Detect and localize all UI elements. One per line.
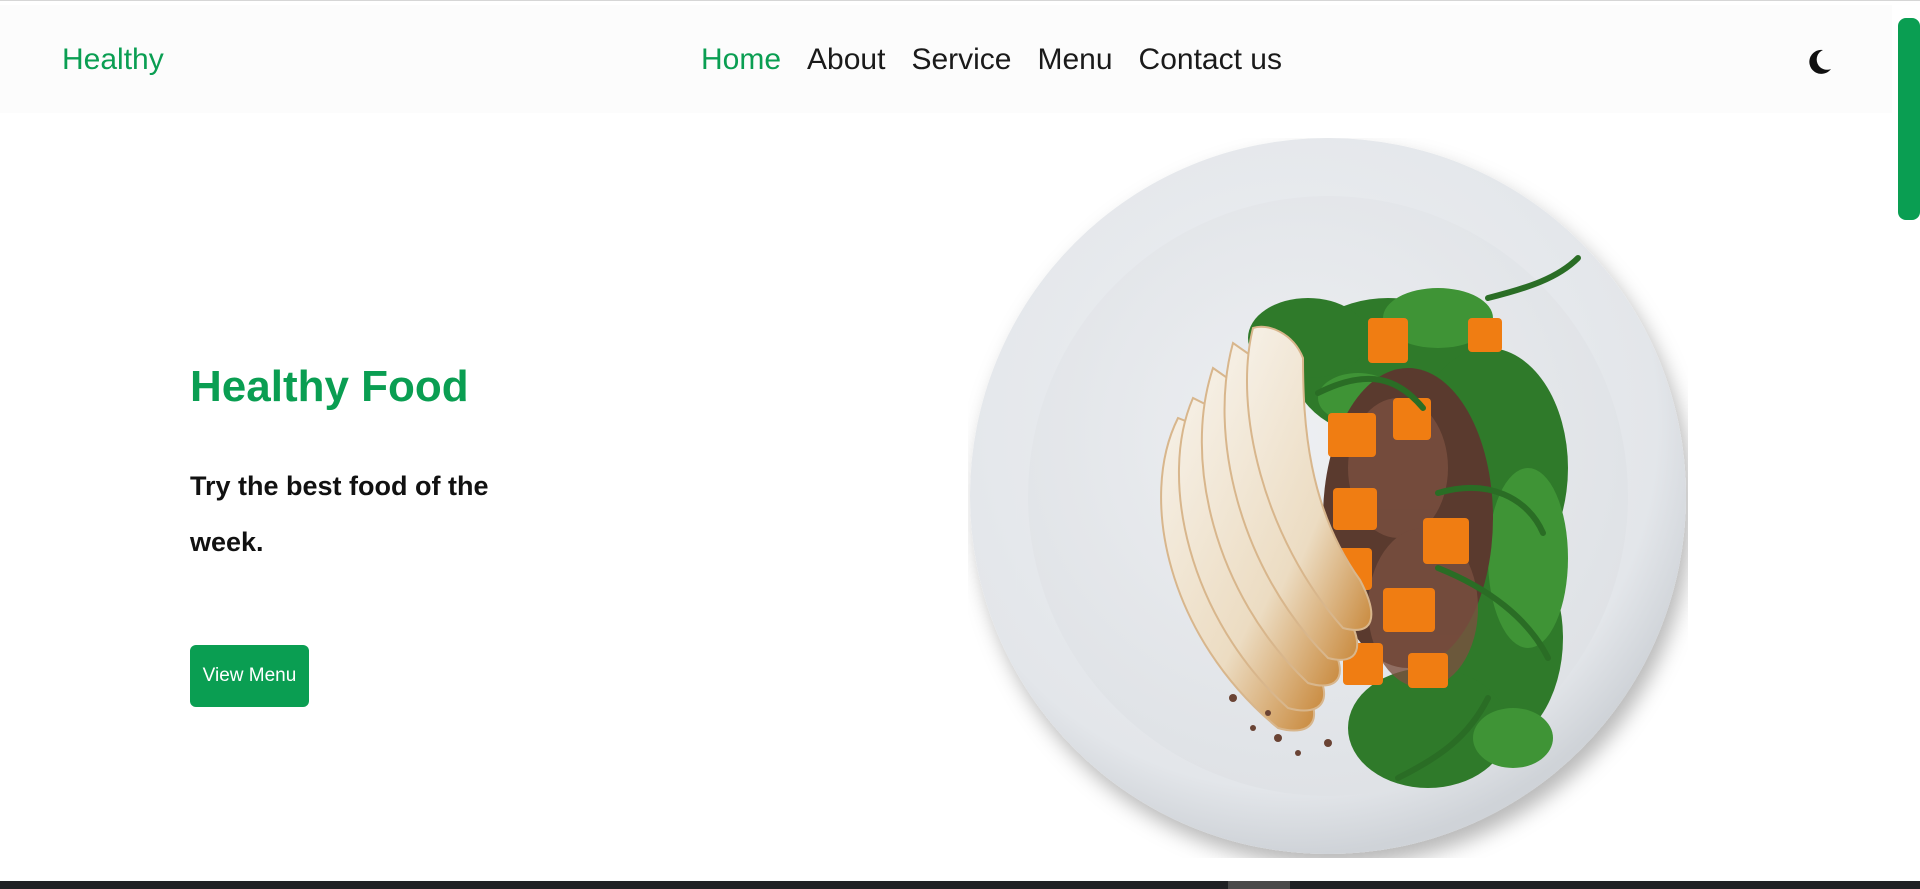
plate-image — [968, 138, 1688, 858]
moon-icon — [1809, 49, 1831, 74]
horizontal-scrollbar-track[interactable] — [0, 881, 1920, 889]
nav-contact-us[interactable]: Contact us — [1139, 43, 1282, 77]
header: Healthy Home About Service Menu Contact … — [0, 5, 1892, 113]
nav-menu[interactable]: Menu — [1037, 43, 1112, 77]
page: Healthy Home About Service Menu Contact … — [0, 0, 1920, 889]
main-nav: Home About Service Menu Contact us — [701, 43, 1282, 77]
nav-about[interactable]: About — [807, 43, 885, 77]
view-menu-button[interactable]: View Menu — [190, 645, 309, 707]
theme-toggle-button[interactable] — [1804, 47, 1834, 77]
horizontal-scrollbar-thumb[interactable] — [1228, 881, 1290, 889]
logo-link[interactable]: Healthy — [62, 43, 164, 77]
hero-subtitle: Try the best food of the week. — [190, 471, 489, 557]
scrollbar-thumb[interactable] — [1898, 18, 1920, 220]
hero-title: Healthy Food — [190, 362, 469, 411]
nav-home[interactable]: Home — [701, 43, 781, 77]
nav-service[interactable]: Service — [911, 43, 1011, 77]
